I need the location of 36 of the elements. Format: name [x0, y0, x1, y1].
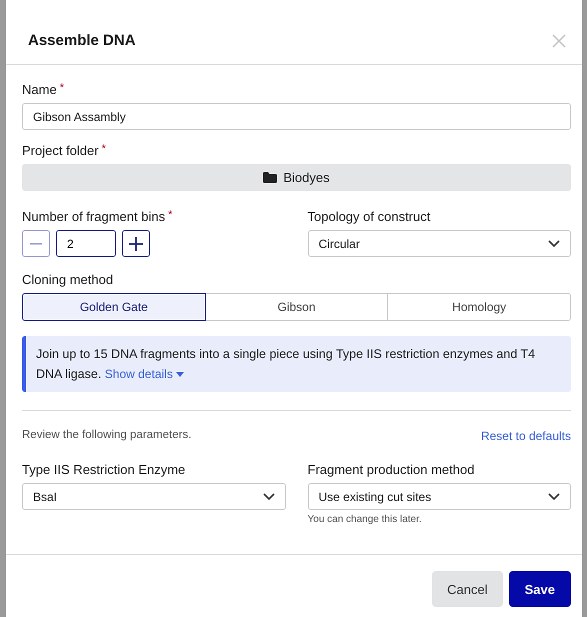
field-label: Name	[22, 82, 57, 97]
save-button[interactable]: Save	[508, 571, 571, 607]
method-tab[interactable]: Golden Gate	[22, 293, 206, 321]
dialog-title: Assemble DNA	[28, 32, 136, 49]
chevron-down-icon	[262, 493, 274, 500]
folder-icon	[263, 172, 278, 183]
show-details-link[interactable]: Show details	[104, 367, 184, 381]
review-text: Review the following parameters.	[22, 429, 192, 443]
folder-button[interactable]: Biodyes	[22, 164, 571, 191]
method-tab[interactable]: Homology	[387, 293, 572, 321]
hint-text: You can change this later.	[308, 514, 423, 525]
field-label: Topology of construct	[308, 209, 430, 224]
chevron-down-icon	[548, 240, 560, 247]
cancel-button[interactable]: Cancel	[432, 571, 503, 607]
required-mark: *	[60, 82, 64, 96]
minus-icon	[30, 242, 42, 244]
parameter-select[interactable]: BsaI	[22, 483, 286, 510]
close-icon[interactable]	[552, 34, 566, 48]
parameter-select[interactable]: Use existing cut sites	[308, 483, 571, 510]
method-tab[interactable]: Gibson	[204, 293, 388, 321]
caret-down-icon	[176, 372, 184, 378]
required-mark: *	[102, 143, 106, 157]
info-text: Join up to 15 DNA fragments into a single piece using Type IIS restriction enzymes and T4 DNA ligase. Show details	[36, 347, 536, 381]
field-label: Project folder	[22, 143, 99, 158]
increment-button[interactable]	[122, 230, 150, 257]
field-label: Fragment production method	[308, 462, 474, 477]
topology-select[interactable]: Circular	[308, 230, 571, 257]
reset-link[interactable]: Reset to defaults	[480, 429, 571, 443]
field-label: Number of fragment bins	[22, 209, 166, 224]
field-label: Type IIS Restriction Enzyme	[22, 462, 186, 477]
required-mark: *	[168, 209, 172, 223]
number-input[interactable]: 2	[56, 230, 116, 257]
plus-icon	[129, 236, 143, 250]
chevron-down-icon	[548, 493, 560, 500]
name-input[interactable]: Gibson Assambly	[22, 103, 571, 130]
field-label: Cloning method	[22, 272, 114, 287]
